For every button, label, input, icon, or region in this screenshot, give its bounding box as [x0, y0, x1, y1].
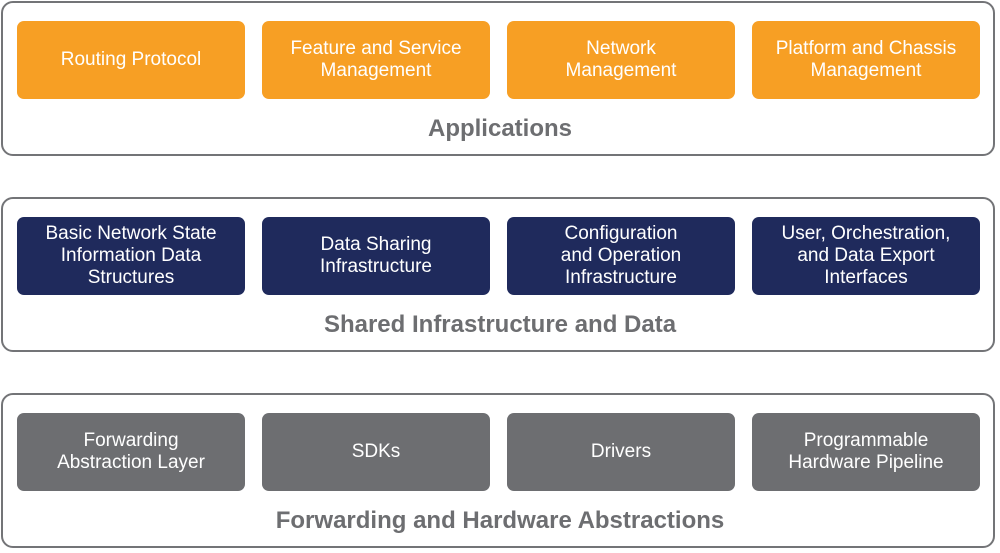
component-box: Programmable Hardware Pipeline: [752, 413, 980, 491]
component-box: User, Orchestration, and Data Export Int…: [752, 217, 980, 295]
component-box: Drivers: [507, 413, 735, 491]
component-box: Routing Protocol: [17, 21, 245, 99]
layer-title: Shared Infrastructure and Data: [323, 311, 677, 338]
component-box: Network Management: [507, 21, 735, 99]
component-box: Forwarding Abstraction Layer: [17, 413, 245, 491]
layer-title: Applications: [427, 115, 572, 142]
component-box: Data Sharing Infrastructure: [262, 217, 490, 295]
component-box: SDKs: [262, 413, 490, 491]
component-box: Platform and Chassis Management: [752, 21, 980, 99]
component-box: Configuration and Operation Infrastructu…: [507, 217, 735, 295]
layer-title: Forwarding and Hardware Abstractions: [275, 507, 725, 534]
component-box: Basic Network State Information Data Str…: [17, 217, 245, 295]
component-box: Feature and Service Management: [262, 21, 490, 99]
